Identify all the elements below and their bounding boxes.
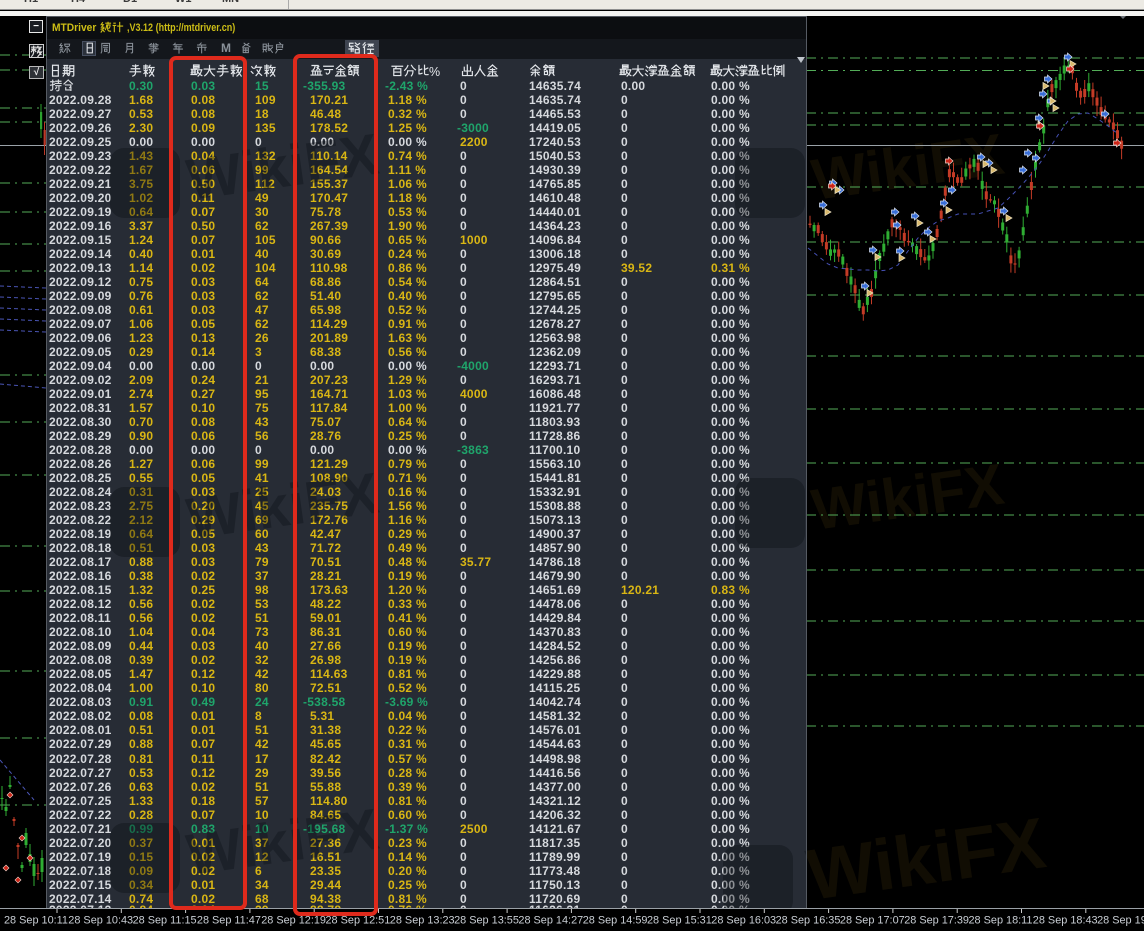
svg-text:WikiFX: WikiFX [802,803,1050,916]
svg-text:%: % [429,65,440,79]
svg-text:28 Sep 10:11: 28 Sep 10:11 [4,915,68,927]
svg-text:WikiFX: WikiFX [808,122,1008,213]
svg-text:28 Sep 17:07: 28 Sep 17:07 [840,915,905,927]
svg-text:28 Sep 18:11: 28 Sep 18:11 [969,915,1033,927]
svg-text:28 Sep 11:47: 28 Sep 11:47 [197,915,261,927]
svg-text:28 Sep 14:59: 28 Sep 14:59 [583,915,648,927]
svg-text:28 Sep 15:31: 28 Sep 15:31 [647,915,712,927]
svg-text:28 Sep 18:43: 28 Sep 18:43 [1033,915,1098,927]
svg-text:28 Sep 10:43: 28 Sep 10:43 [68,915,133,927]
svg-text:28 Sep 12:19: 28 Sep 12:19 [261,915,326,927]
svg-text:28 Sep 16:03: 28 Sep 16:03 [711,915,776,927]
svg-text:28 Sep 11:15: 28 Sep 11:15 [133,915,197,927]
svg-text:28 Sep 13:23: 28 Sep 13:23 [390,915,455,927]
svg-text:28 Sep 16:35: 28 Sep 16:35 [776,915,841,927]
svg-text:28 Sep 13:55: 28 Sep 13:55 [454,915,519,927]
svg-text:WikiFX: WikiFX [808,452,1008,543]
svg-text:28 Sep 19:15: 28 Sep 19:15 [1097,915,1144,927]
svg-text:28 Sep 17:39: 28 Sep 17:39 [904,915,969,927]
svg-text:28 Sep 12:51: 28 Sep 12:51 [326,915,391,927]
svg-text:28 Sep 14:27: 28 Sep 14:27 [518,915,583,927]
